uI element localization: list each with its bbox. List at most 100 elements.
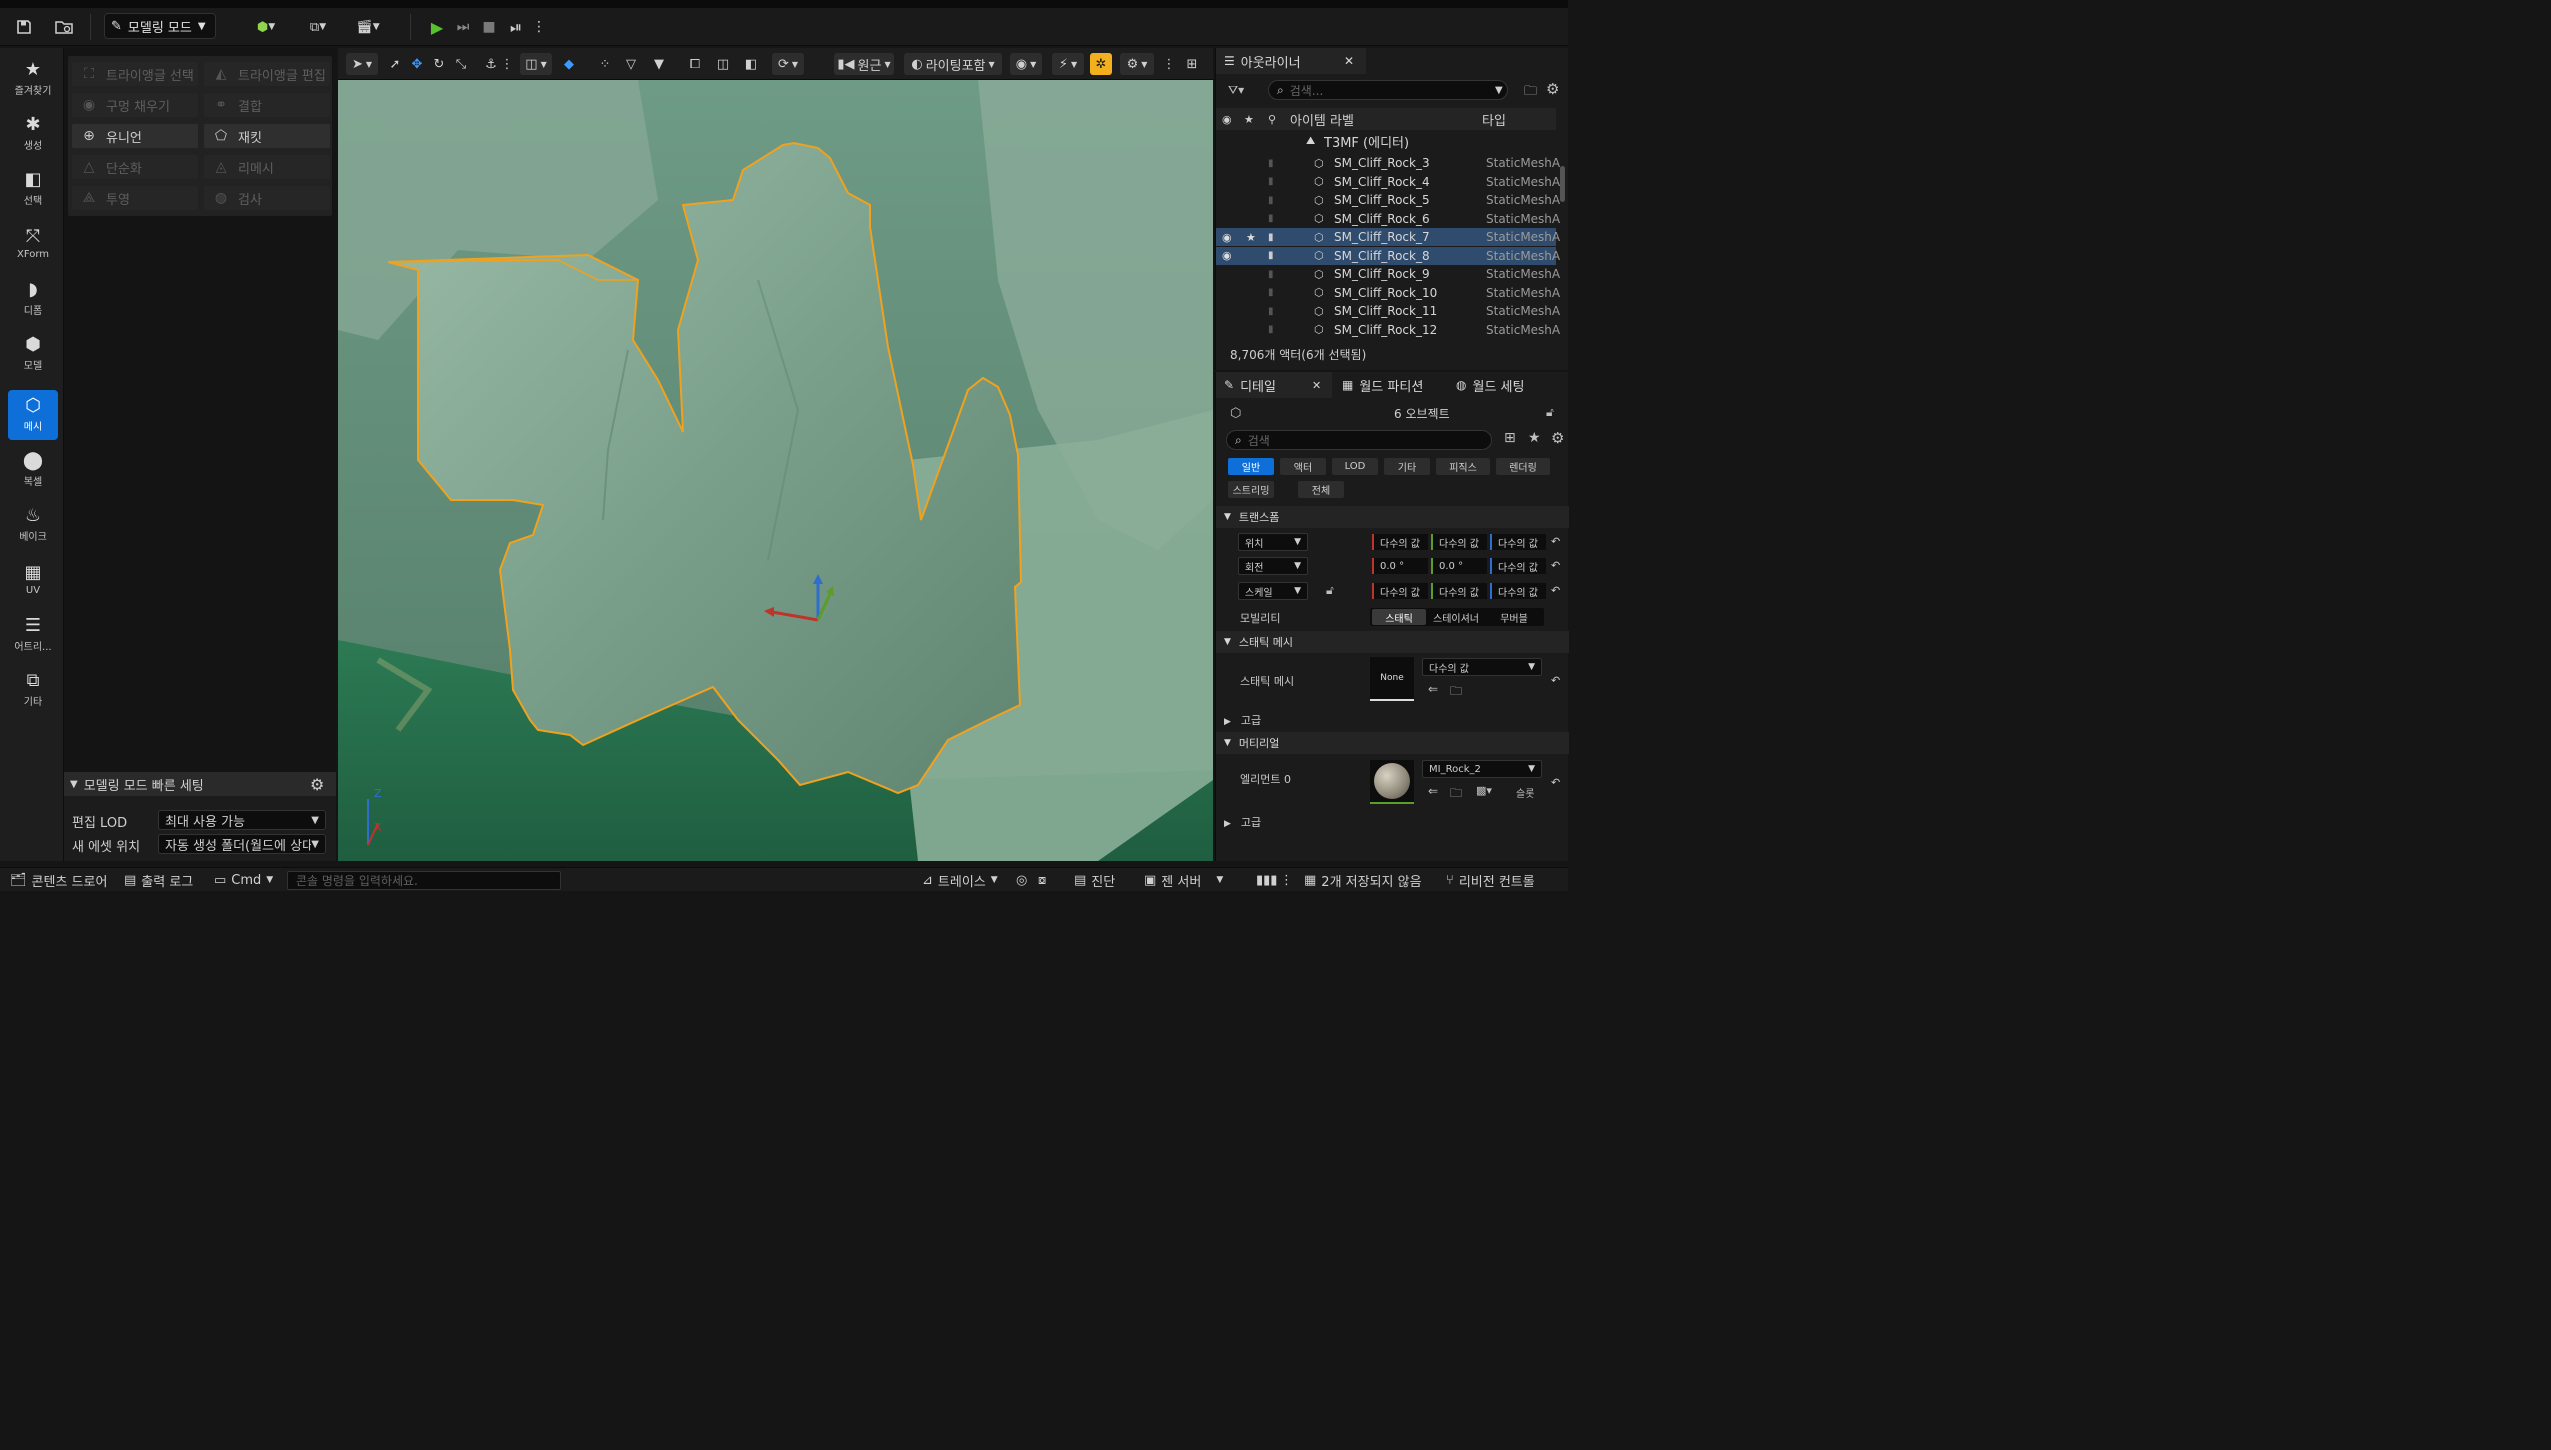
outliner-root-row[interactable]: ⛰ T3MF (에디터) [1216, 132, 1556, 151]
rotation-x-field[interactable]: 0.0 ° [1372, 558, 1428, 574]
rail-item-2[interactable]: ◧ 선택 [8, 164, 58, 214]
more-options-icon[interactable]: ⋮ [501, 53, 514, 75]
table-view-icon[interactable]: ⊞ [1504, 430, 1516, 446]
pin-icon[interactable]: ▮ [1268, 195, 1274, 206]
tool-button-2[interactable]: ◉ 구멍 채우기 [72, 93, 198, 117]
realtime-toggle-icon[interactable]: ✲ [1090, 53, 1112, 75]
show-flags-button[interactable]: ◉ ▼ [1010, 53, 1042, 75]
material-section-header[interactable]: ▼ 머티리얼 [1216, 732, 1569, 754]
rail-item-7[interactable]: ⬤ 복셀 [8, 445, 58, 495]
gear-icon[interactable]: ⚙ [1551, 429, 1564, 447]
scale-y-field[interactable]: 다수의 값 [1431, 583, 1487, 599]
reset-arrow-icon[interactable]: ↶ [1551, 535, 1560, 548]
rail-item-5[interactable]: ⬢ 모델 [8, 329, 58, 379]
level-viewport[interactable]: ➤ ▼ ➚ ✥ ↻ ⤡ ⚓ ⋮ ◫ ▼ ◆ ⁘ ▽ ▼ ⧠ ◫ ◧ ⟳ ▼ ▮◀ 원근 ▼… [338, 48, 1213, 861]
frame-icon[interactable]: ⧠ [686, 53, 704, 75]
eye-icon[interactable]: ◉ [1222, 231, 1236, 244]
location-dropdown[interactable]: 위치 ▼ [1238, 533, 1308, 551]
static-mesh-section-header[interactable]: ▼ 스태틱 메시 [1216, 631, 1569, 653]
location-z-field[interactable]: 다수의 값 [1490, 534, 1546, 550]
viewport-settings-button[interactable]: ⚙ ▼ [1120, 53, 1154, 75]
scale-lock-icon[interactable]: 🔓︎ [1326, 583, 1334, 598]
rail-item-4[interactable]: ◗ 디폼 [8, 274, 58, 324]
table-row[interactable]: ▮ ⬡ SM_Cliff_Rock_6 StaticMeshA [1216, 210, 1560, 228]
location-y-field[interactable]: 다수의 값 [1431, 534, 1487, 550]
tool-button-0[interactable]: ⛶ 트라이앵글 선택 [72, 62, 198, 86]
table-row[interactable]: ▮ ⬡ SM_Cliff_Rock_4 StaticMeshA [1216, 173, 1560, 191]
browse-asset-icon[interactable]: 🗀 [1450, 682, 1462, 703]
rail-item-1[interactable]: ✱ 생성 [8, 109, 58, 159]
unsaved-button[interactable]: ▦ 2개 저장되지 않음 [1304, 870, 1422, 890]
selection-filter-button[interactable]: ◫ ▼ [520, 53, 552, 75]
static-mesh-thumbnail[interactable]: None [1370, 657, 1414, 701]
favorite-icon[interactable]: ★ [1528, 430, 1541, 446]
rail-item-10[interactable]: ☰ 어트리... [8, 610, 58, 660]
reset-arrow-icon[interactable]: ↶ [1551, 674, 1560, 687]
edge-select-icon[interactable]: ▽ [622, 53, 640, 75]
face-select-icon[interactable]: ▼ [650, 53, 668, 75]
rotation-z-field[interactable]: 다수의 값 [1490, 558, 1546, 574]
material-thumbnail[interactable] [1370, 760, 1414, 804]
rotation-dropdown[interactable]: 회전 ▼ [1238, 557, 1308, 575]
scale-x-field[interactable]: 다수의 값 [1372, 583, 1428, 599]
diagnostics-button[interactable]: ▤ 진단 [1074, 870, 1115, 890]
location-x-field[interactable]: 다수의 값 [1372, 534, 1428, 550]
tool-button-3[interactable]: ⚭ 결합 [204, 93, 330, 117]
pin-icon[interactable]: ▮ [1268, 213, 1274, 224]
world-settings-tab[interactable]: ◍ 월드 세팅 [1448, 372, 1560, 398]
scale-z-field[interactable]: 다수의 값 [1490, 583, 1546, 599]
table-row[interactable]: ▮ ⬡ SM_Cliff_Rock_9 StaticMeshA [1216, 265, 1560, 283]
perspective-button[interactable]: ▮◀ 원근 ▼ [834, 53, 894, 75]
output-log-button[interactable]: ▤ 출력 로그 [124, 870, 193, 890]
bars-icon[interactable]: ▮▮▮ [1256, 870, 1277, 890]
mobility-static-option[interactable]: 스태틱 [1372, 609, 1426, 625]
material-dropdown[interactable]: MI_Rock_2 ▼ [1422, 760, 1542, 778]
reset-arrow-icon[interactable]: ↶ [1551, 776, 1560, 789]
rail-item-9[interactable]: ▦ UV [8, 555, 58, 605]
rail-item-3[interactable]: ⤧ XForm [8, 219, 58, 269]
visibility-column-icon[interactable]: ◉ [1222, 113, 1232, 126]
scale-icon[interactable]: ⤡ [452, 53, 470, 75]
record-icon[interactable]: ◎ [1016, 870, 1027, 890]
mobility-stationary-option[interactable]: 스테이셔너 [1428, 609, 1484, 625]
tool-button-1[interactable]: ◭ 트라이앵글 편집 [204, 62, 330, 86]
outliner-tab[interactable]: ☰ 아웃라이너 ✕ [1216, 48, 1366, 74]
tool-button-4[interactable]: ⊕ 유니언 [72, 124, 198, 148]
console-input[interactable]: 콘솔 명령을 입력하세요. [287, 871, 561, 890]
view-mode-button[interactable]: ◐ 라이팅포함 ▼ [904, 53, 1002, 75]
outliner-scrollbar[interactable] [1560, 166, 1565, 202]
filter-chip[interactable]: LOD [1332, 458, 1378, 475]
trace-dropdown[interactable]: ⊿ 트레이스 ▼ [922, 870, 998, 890]
pin-icon[interactable]: ▮ [1268, 158, 1274, 169]
pin-icon[interactable]: ▮ [1268, 250, 1274, 261]
more-options-icon[interactable]: ⋮ [1163, 53, 1176, 75]
snap-surface-icon[interactable]: ⚓ [482, 53, 500, 75]
add-actor-button[interactable]: ⬢ ▼ [248, 14, 284, 40]
mode-dropdown[interactable]: ✎ 모델링 모드 ▼ [104, 13, 216, 39]
reset-arrow-icon[interactable]: ↶ [1551, 559, 1560, 572]
table-row[interactable]: ▮ ⬡ SM_Cliff_Rock_12 StaticMeshA [1216, 321, 1560, 339]
more-options-icon[interactable]: ⋮ [532, 14, 546, 40]
star-icon[interactable]: ★ [1246, 231, 1256, 244]
rail-item-8[interactable]: ♨ 베이크 [8, 500, 58, 550]
use-selected-icon[interactable]: ⇐ [1428, 784, 1438, 798]
table-row[interactable]: ◉ ★ ▮ ⬡ SM_Cliff_Rock_7 StaticMeshA [1216, 228, 1560, 246]
type-column[interactable]: 타입 [1482, 110, 1506, 129]
tool-button-6[interactable]: △ 단순화 [72, 155, 198, 179]
table-row[interactable]: ▮ ⬡ SM_Cliff_Rock_5 StaticMeshA [1216, 191, 1560, 209]
pin-icon[interactable]: ▮ [1268, 176, 1274, 187]
quick-settings-header[interactable]: ▼ 모델링 모드 빠른 세팅 ⚙ [64, 772, 336, 796]
filter-icon[interactable]: ⛛▾ [1228, 83, 1244, 98]
reset-arrow-icon[interactable]: ↶ [1551, 584, 1560, 597]
content-drawer-button[interactable]: 🗂︎ 콘텐츠 드로어 [10, 870, 107, 890]
table-row[interactable]: ▮ ⬡ SM_Cliff_Rock_3 StaticMeshA [1216, 154, 1560, 172]
tool-button-5[interactable]: ⬠ 재킷 [204, 124, 330, 148]
rotation-y-field[interactable]: 0.0 ° [1431, 558, 1487, 574]
add-folder-icon[interactable]: 🗀 [1524, 82, 1537, 104]
step-icon[interactable]: ⏭ [452, 14, 474, 40]
new-asset-location-dropdown[interactable]: 자동 생성 폴더(월드에 상대 ▼ [158, 834, 326, 854]
cinematics-button[interactable]: 🎬︎ ▼ [350, 14, 386, 40]
rail-item-0[interactable]: ★ 즐겨찾기 [8, 54, 58, 104]
lock-icon[interactable]: 🔓︎ [1546, 405, 1554, 420]
eye-icon[interactable]: ◉ [1222, 249, 1236, 262]
